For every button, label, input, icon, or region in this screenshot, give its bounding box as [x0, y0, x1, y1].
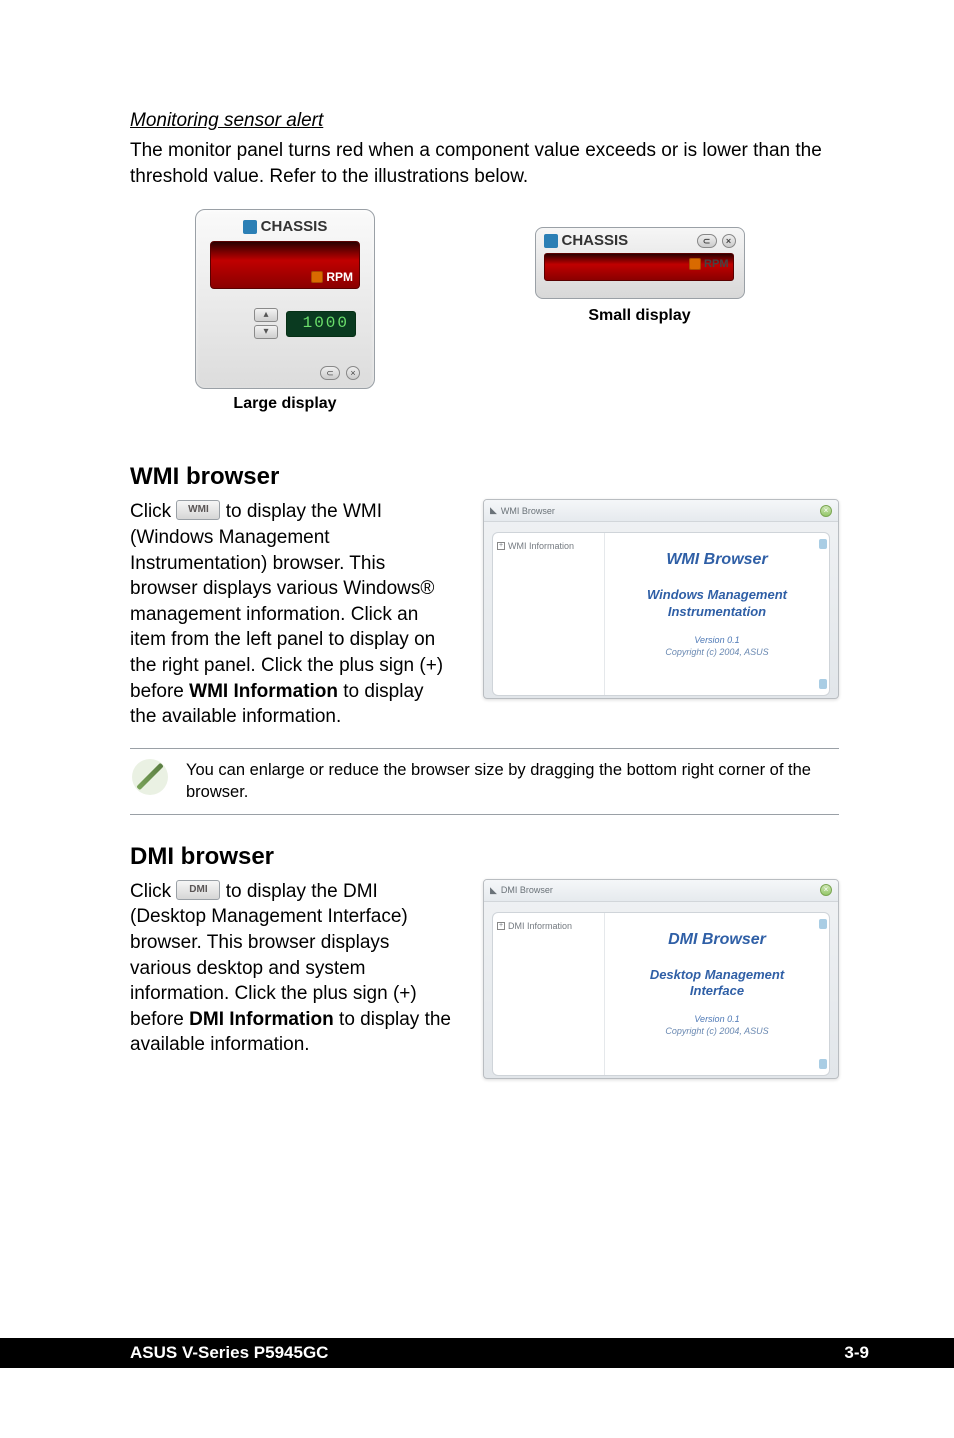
- note-text: You can enlarge or reduce the browser si…: [186, 759, 839, 804]
- dmi-tree-pane: + DMI Information: [493, 913, 605, 1075]
- asus-logo-icon: [544, 234, 558, 248]
- dmi-para-post1: to display the DMI (Desktop Management I…: [130, 881, 417, 1030]
- panel-icons-large: ⊂ ×: [320, 366, 360, 380]
- divider: [130, 814, 839, 815]
- dmi-titlebar: ◣ DMI Browser ×: [484, 880, 838, 902]
- wmi-row: Click WMI to display the WMI (Windows Ma…: [130, 499, 839, 730]
- wmi-pane-sub1: Windows Management: [605, 587, 829, 604]
- chassis-small-panel: CHASSIS ⊂ × RPM: [535, 227, 745, 299]
- dmi-browser-window: ◣ DMI Browser × + DMI Information DMI Br…: [483, 879, 839, 1079]
- scroll-down-icon[interactable]: [819, 1059, 827, 1069]
- window-icon: ◣: [490, 885, 497, 896]
- dmi-button[interactable]: DMI: [176, 880, 220, 900]
- rpm-label-small: RPM: [704, 258, 728, 270]
- chassis-label-small: CHASSIS: [562, 232, 629, 249]
- display-row: CHASSIS RPM ▴ ▾ 1000 ⊂ × Large display: [130, 209, 839, 413]
- window-close-icon[interactable]: ×: [820, 884, 832, 896]
- wmi-paragraph: Click WMI to display the WMI (Windows Ma…: [130, 499, 453, 730]
- scroll-up-icon[interactable]: [819, 539, 827, 549]
- chassis-large-panel: CHASSIS RPM ▴ ▾ 1000 ⊂ ×: [195, 209, 375, 389]
- rpm-label-large: RPM: [326, 270, 353, 284]
- threshold-arrows: ▴ ▾: [254, 308, 280, 339]
- asus-logo-icon: [243, 220, 257, 234]
- wmi-button[interactable]: WMI: [176, 500, 220, 520]
- close-icon[interactable]: ×: [722, 234, 736, 248]
- dmi-bold-term: DMI Information: [189, 1009, 334, 1030]
- close-icon[interactable]: ×: [346, 366, 360, 380]
- wmi-window-title: WMI Browser: [501, 506, 555, 516]
- expand-icon[interactable]: ⊂: [320, 366, 340, 380]
- chassis-large-title: CHASSIS: [196, 210, 374, 239]
- wmi-pane-copy: Copyright (c) 2004, ASUS: [605, 647, 829, 657]
- dmi-pane-ver: Version 0.1: [605, 1014, 829, 1024]
- dmi-heading: DMI browser: [130, 843, 839, 871]
- tree-expand-icon[interactable]: +: [497, 542, 505, 550]
- wmi-tree-label: WMI Information: [508, 541, 574, 551]
- threshold-block: ▴ ▾ 1000: [254, 308, 356, 339]
- small-display-col: CHASSIS ⊂ × RPM Small display: [440, 209, 839, 413]
- wmi-para-pre: Click: [130, 501, 176, 522]
- wmi-bold-term: WMI Information: [189, 681, 338, 702]
- small-caption: Small display: [440, 307, 839, 325]
- wmi-inner-card: + WMI Information WMI Browser Windows Ma…: [492, 532, 830, 696]
- meter-large: RPM: [210, 241, 360, 289]
- dmi-row: Click DMI to display the DMI (Desktop Ma…: [130, 879, 839, 1079]
- monitoring-body: The monitor panel turns red when a compo…: [130, 138, 839, 189]
- wmi-tree-node[interactable]: + WMI Information: [497, 541, 600, 551]
- dmi-window-title: DMI Browser: [501, 885, 553, 895]
- dmi-tree-label: DMI Information: [508, 921, 572, 931]
- large-caption: Large display: [130, 395, 440, 413]
- wmi-titlebar: ◣ WMI Browser ×: [484, 500, 838, 522]
- dmi-paragraph: Click DMI to display the DMI (Desktop Ma…: [130, 879, 453, 1079]
- window-icon: ◣: [490, 505, 497, 516]
- rpm-tag-large: RPM: [311, 270, 353, 284]
- wmi-pane-ver: Version 0.1: [605, 635, 829, 645]
- chassis-label-large: CHASSIS: [261, 218, 328, 235]
- arrow-down-icon[interactable]: ▾: [254, 325, 278, 339]
- footer-right: 3-9: [844, 1343, 869, 1363]
- large-display-col: CHASSIS RPM ▴ ▾ 1000 ⊂ × Large display: [130, 209, 440, 413]
- dmi-para-pre: Click: [130, 881, 176, 902]
- scroll-up-icon[interactable]: [819, 919, 827, 929]
- dmi-content-pane: DMI Browser Desktop Management Interface…: [605, 913, 829, 1075]
- footer-left: ASUS V-Series P5945GC: [130, 1343, 328, 1363]
- collapse-icon[interactable]: ⊂: [697, 234, 717, 248]
- dmi-pane-copy: Copyright (c) 2004, ASUS: [605, 1026, 829, 1036]
- rpm-box-icon: [689, 258, 701, 270]
- threshold-readout: 1000: [286, 311, 356, 337]
- pencil-icon: [132, 759, 168, 795]
- chassis-small-header: CHASSIS ⊂ ×: [544, 232, 736, 249]
- wmi-para-post1: to display the WMI (Windows Management I…: [130, 501, 443, 701]
- page-footer: ASUS V-Series P5945GC 3-9: [0, 1338, 954, 1368]
- tree-expand-icon[interactable]: +: [497, 922, 505, 930]
- note-block: You can enlarge or reduce the browser si…: [130, 748, 839, 815]
- wmi-pane-sub2: Instrumentation: [605, 604, 829, 621]
- scroll-down-icon[interactable]: [819, 679, 827, 689]
- dmi-pane-sub1: Desktop Management: [605, 967, 829, 984]
- wmi-browser-window: ◣ WMI Browser × + WMI Information WMI Br…: [483, 499, 839, 699]
- wmi-tree-pane: + WMI Information: [493, 533, 605, 695]
- wmi-heading: WMI browser: [130, 463, 839, 491]
- dmi-tree-node[interactable]: + DMI Information: [497, 921, 600, 931]
- window-close-icon[interactable]: ×: [820, 505, 832, 517]
- wmi-window-col: ◣ WMI Browser × + WMI Information WMI Br…: [483, 499, 839, 730]
- meter-small: RPM: [544, 253, 734, 281]
- dmi-pane-title: DMI Browser: [605, 931, 829, 949]
- arrow-up-icon[interactable]: ▴: [254, 308, 278, 322]
- rpm-box-icon: [311, 271, 323, 283]
- monitoring-heading: Monitoring sensor alert: [130, 110, 839, 132]
- rpm-tag-small: RPM: [689, 258, 728, 270]
- dmi-window-col: ◣ DMI Browser × + DMI Information DMI Br…: [483, 879, 839, 1079]
- wmi-pane-title: WMI Browser: [605, 551, 829, 569]
- wmi-content-pane: WMI Browser Windows Management Instrumen…: [605, 533, 829, 695]
- dmi-inner-card: + DMI Information DMI Browser Desktop Ma…: [492, 912, 830, 1076]
- dmi-pane-sub2: Interface: [605, 983, 829, 1000]
